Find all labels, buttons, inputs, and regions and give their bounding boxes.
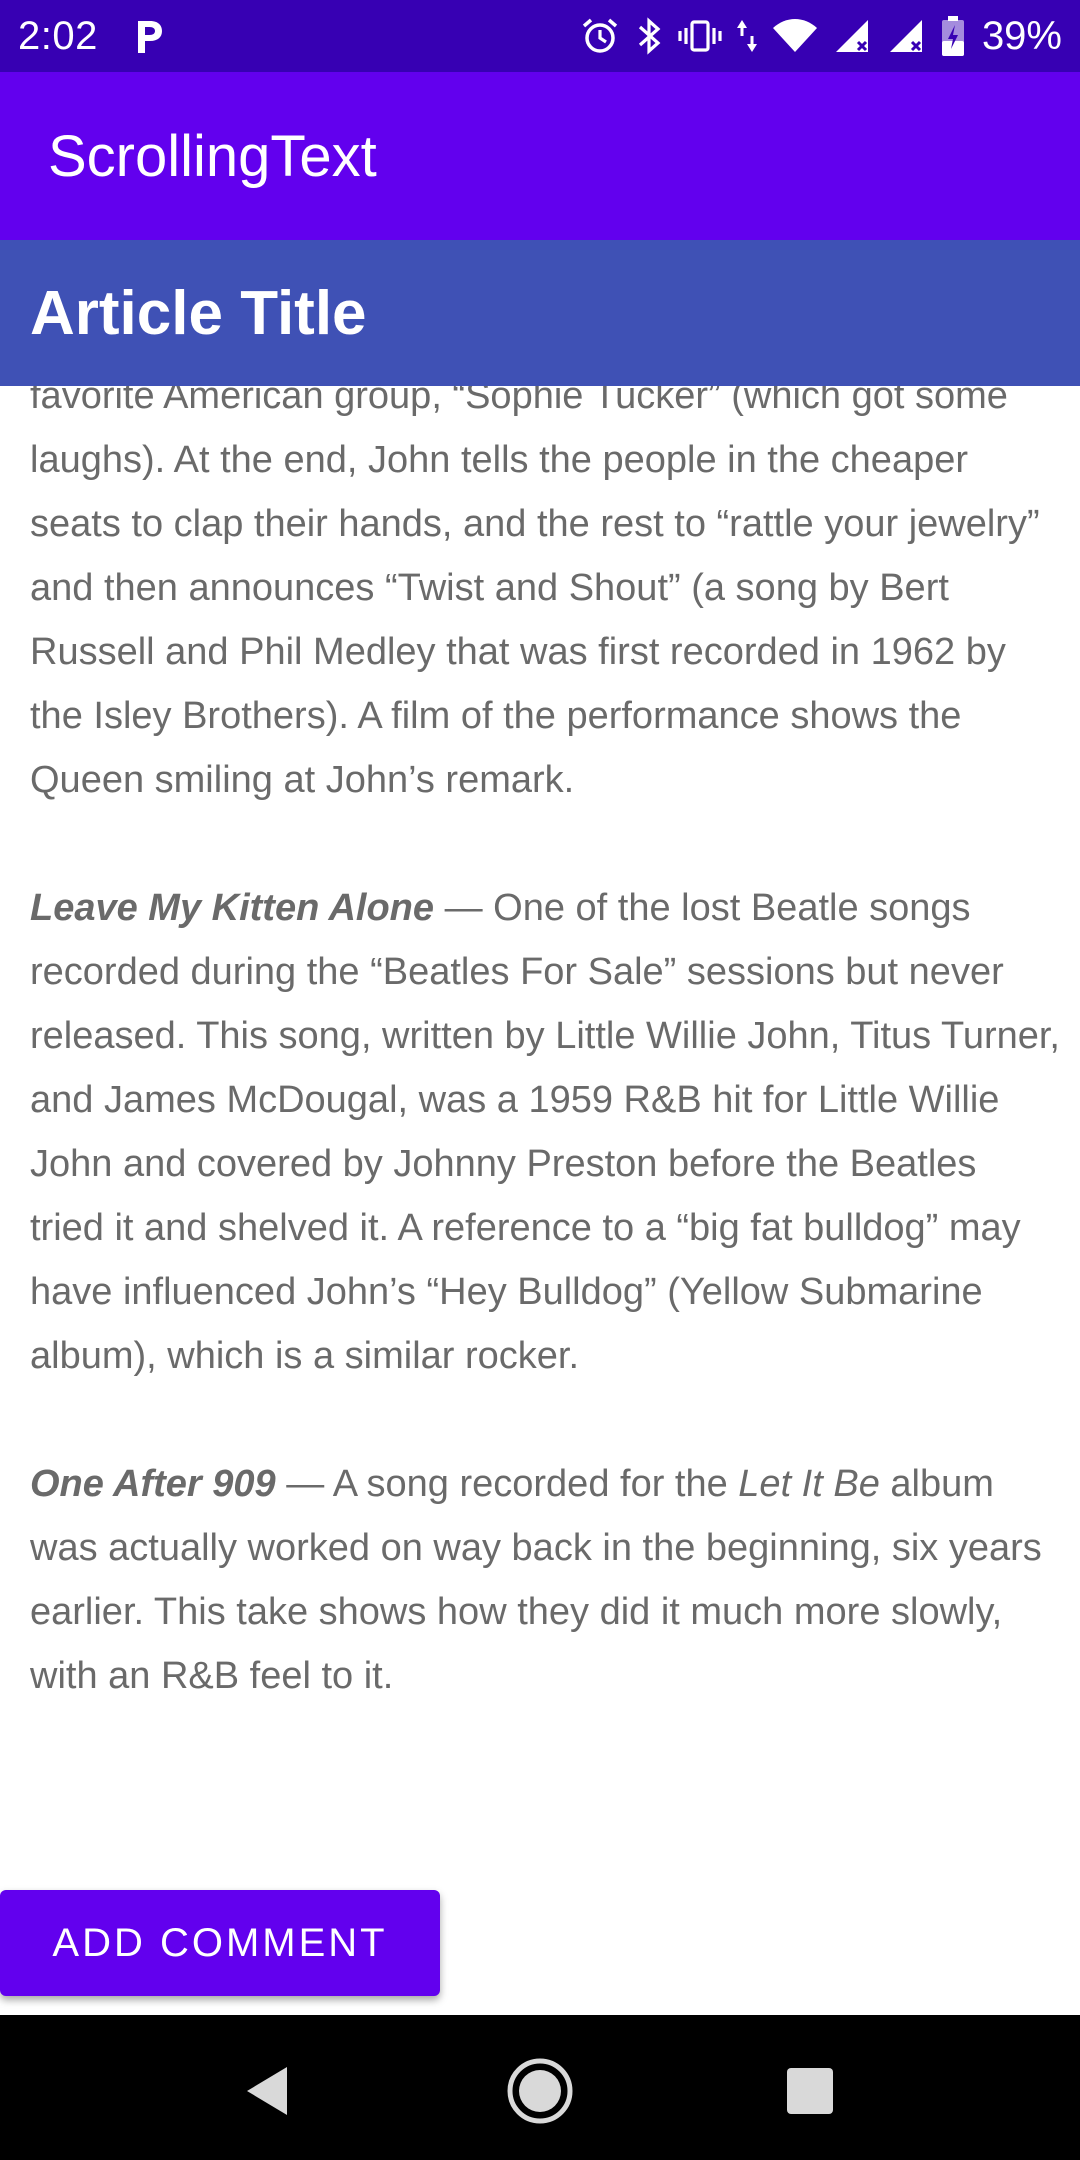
app-title: ScrollingText bbox=[48, 123, 377, 189]
song-title: One After 909 bbox=[30, 1463, 276, 1505]
article-body: favorite American group, “Sophie Tucker”… bbox=[30, 386, 1060, 1772]
article-paragraph: favorite American group, “Sophie Tucker”… bbox=[30, 386, 1060, 812]
article-title: Article Title bbox=[30, 278, 367, 348]
back-icon[interactable] bbox=[228, 2051, 308, 2131]
signal-icon bbox=[886, 16, 926, 56]
status-icons: 39% bbox=[580, 14, 1062, 59]
paragraph-text: — One of the lost Beatle songs recorded … bbox=[30, 887, 1060, 1377]
vibrate-icon bbox=[678, 16, 722, 56]
data-arrows-icon bbox=[736, 16, 758, 56]
battery-charging-icon bbox=[940, 15, 966, 57]
album-title: Let It Be bbox=[738, 1463, 880, 1505]
battery-percent: 39% bbox=[981, 13, 1062, 58]
navigation-bar bbox=[0, 2015, 1080, 2160]
add-comment-button[interactable]: ADD COMMENT bbox=[0, 1890, 440, 1996]
recents-icon[interactable] bbox=[770, 2051, 850, 2131]
status-time: 2:02 bbox=[18, 13, 98, 58]
paragraph-text: favorite American group, “Sophie Tucker”… bbox=[30, 386, 1040, 801]
paragraph-text: — A song recorded for the bbox=[275, 1463, 739, 1505]
article-paragraph: Leave My Kitten Alone — One of the lost … bbox=[30, 876, 1060, 1388]
app-bar: ScrollingText bbox=[0, 72, 1080, 240]
screen: 2:02 39% ScrollingText Article Title fav… bbox=[0, 0, 1080, 2160]
parking-icon bbox=[132, 16, 166, 56]
signal-icon bbox=[832, 16, 872, 56]
song-title: Leave My Kitten Alone bbox=[30, 887, 435, 929]
home-icon[interactable] bbox=[500, 2051, 580, 2131]
article-heading-bar: Article Title bbox=[0, 240, 1080, 386]
article-paragraph: One After 909 — A song recorded for the … bbox=[30, 1452, 1060, 1708]
status-bar: 2:02 39% bbox=[0, 0, 1080, 72]
alarm-icon bbox=[580, 16, 620, 56]
bluetooth-icon bbox=[634, 16, 664, 56]
wifi-icon bbox=[772, 16, 818, 56]
article-scroll-view[interactable]: favorite American group, “Sophie Tucker”… bbox=[0, 386, 1080, 2015]
